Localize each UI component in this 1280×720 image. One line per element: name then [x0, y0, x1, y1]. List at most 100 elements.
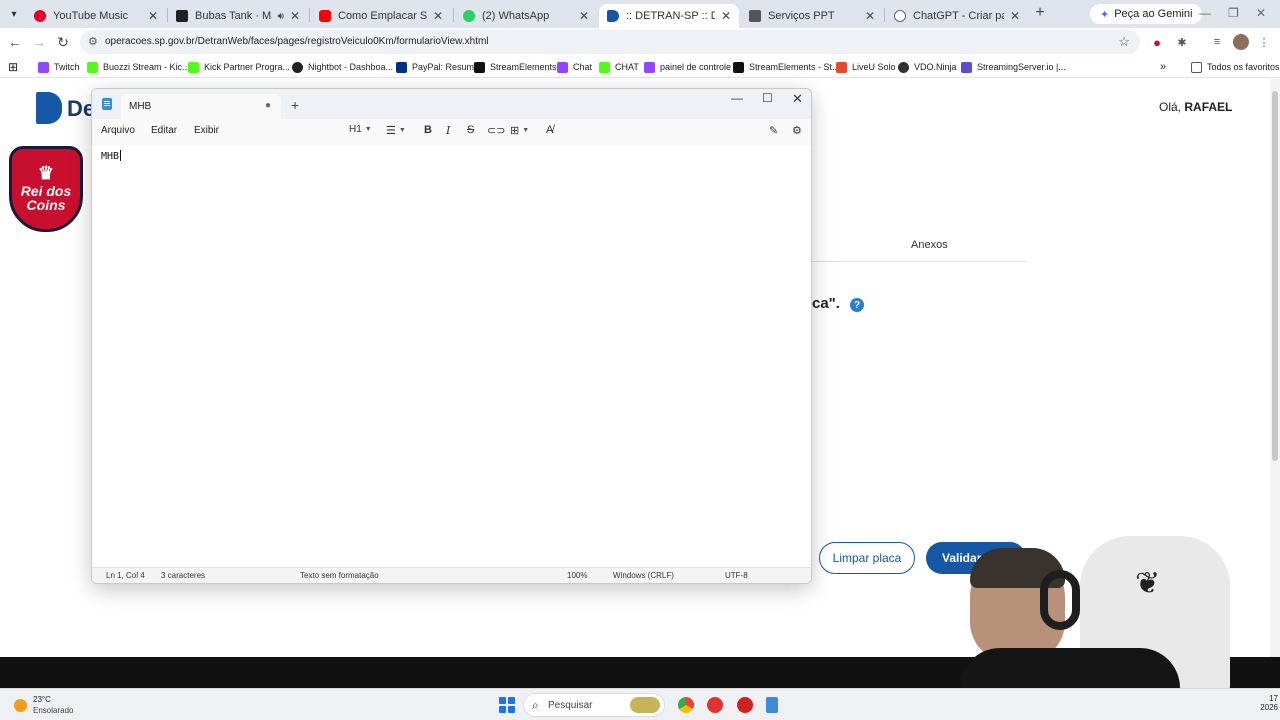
minimize-icon[interactable]: — [1199, 6, 1211, 20]
more-bookmarks-chevron-icon[interactable]: » [1160, 60, 1166, 74]
close-tab-icon[interactable]: ✕ [1010, 9, 1020, 23]
bookmark-kick-partner[interactable]: Kick Partner Progra... [188, 60, 290, 74]
bookmark-paypal[interactable]: PayPal: Resumo [396, 60, 479, 74]
italic-icon[interactable]: I [446, 124, 450, 137]
strikethrough-icon[interactable]: S [467, 124, 474, 136]
notepad-tab[interactable]: MHB ● [121, 94, 281, 119]
reload-icon[interactable]: ↻ [53, 32, 73, 52]
encoding[interactable]: UTF-8 [725, 571, 748, 580]
menu-editar[interactable]: Editar [151, 125, 177, 136]
extension-opera-icon[interactable]: ● [1149, 34, 1165, 50]
format-indicator[interactable]: Texto sem formatação [300, 571, 379, 580]
new-notepad-tab-icon[interactable]: + [291, 97, 299, 113]
close-window-icon[interactable]: ✕ [1256, 6, 1266, 20]
table-dropdown[interactable]: ⊞ ▼ [510, 124, 529, 137]
detran-icon [607, 10, 619, 22]
browser-tab-chatgpt[interactable]: ChatGPT - Criar passo a pa ✕ [886, 4, 1028, 28]
tab-divider [812, 261, 1026, 262]
streamelements-icon [733, 61, 744, 73]
weather-sun-icon[interactable] [14, 699, 27, 712]
close-tab-icon[interactable]: ✕ [148, 9, 158, 23]
browser-tab-detran[interactable]: :: DETRAN-SP :: DEPARTAM ✕ [599, 4, 739, 28]
ninja-icon [898, 61, 909, 73]
tab-search-button[interactable]: ▾ [4, 4, 24, 24]
bookmark-star-icon[interactable]: ☆ [1118, 34, 1130, 50]
extensions-puzzle-icon[interactable]: ✱ [1174, 34, 1190, 50]
weather-condition[interactable]: Ensolarado [33, 706, 73, 715]
forward-icon[interactable]: → [29, 32, 49, 52]
browser-tab-whatsapp[interactable]: (2) WhatsApp ✕ [455, 4, 597, 28]
bookmarks-bar: ⊞ Twitch Buozzi Stream - Kic... Kick Par… [0, 56, 1280, 78]
list-dropdown[interactable]: ☰ ▼ [386, 124, 406, 137]
menu-arquivo[interactable]: Arquivo [101, 125, 135, 136]
bold-icon[interactable]: B [424, 124, 432, 136]
app-taskbar-icon[interactable] [707, 697, 723, 713]
twitch-icon [644, 61, 655, 73]
copilot-icon[interactable]: ✎ [769, 124, 778, 137]
close-tab-icon[interactable]: ✕ [433, 9, 443, 23]
tab-anexos[interactable]: Anexos [911, 239, 948, 251]
bookmark-vdo-ninja[interactable]: VDO.Ninja [898, 60, 957, 74]
chrome-taskbar-icon[interactable] [678, 697, 694, 713]
heading-dropdown[interactable]: H1 ▼ [349, 124, 372, 135]
bookmark-twitch[interactable]: Twitch [38, 60, 80, 74]
clear-plate-button[interactable]: Limpar placa [819, 542, 915, 574]
notepad-text-area[interactable]: MHB [92, 145, 811, 567]
notepad-taskbar-icon[interactable] [766, 697, 778, 713]
notepad-titlebar[interactable]: MHB ● + — ☐ ✕ [92, 89, 811, 119]
close-tab-icon[interactable]: ✕ [290, 9, 300, 23]
link-icon[interactable]: ⊂⊃ [487, 124, 505, 137]
new-tab-button[interactable]: + [1031, 4, 1049, 22]
media-controls-icon[interactable]: ≡ [1209, 34, 1225, 50]
notepad-content[interactable]: MHB [101, 150, 122, 162]
bookmark-streamelements[interactable]: StreamElements [474, 60, 557, 74]
speaker-icon[interactable]: 🔊︎ [278, 11, 284, 22]
browser-tab-youtube-music[interactable]: YouTube Music ✕ [26, 4, 166, 28]
bookmark-streamingserver[interactable]: StreamingServer.io |... [961, 60, 1066, 74]
paypal-icon [396, 61, 407, 73]
clear-formatting-icon[interactable]: A̸ [546, 124, 553, 136]
browser-tab-servicos-ppt[interactable]: Serviços PPT ✕ [741, 4, 883, 28]
start-windows-icon[interactable] [499, 697, 515, 713]
line-ending[interactable]: Windows (CRLF) [613, 571, 674, 580]
browser-tab-bubas-tank[interactable]: Bubas Tank · Magma C 🔊︎ ✕ [168, 4, 308, 28]
taskbar-search[interactable]: ⌕ Pesquisar [523, 693, 665, 717]
settings-gear-icon[interactable]: ⚙ [792, 124, 802, 137]
notepad-minimize-icon[interactable]: — [731, 91, 743, 105]
bookmark-chat[interactable]: Chat [557, 60, 592, 74]
address-url[interactable]: operacoes.sp.gov.br/DetranWeb/faces/page… [105, 36, 489, 47]
apps-grid-icon[interactable]: ⊞ [8, 60, 18, 74]
bookmark-liveu-solo[interactable]: LiveU Solo [836, 60, 896, 74]
help-icon[interactable]: ? [850, 298, 864, 312]
back-icon[interactable]: ← [5, 32, 25, 52]
zoom-level[interactable]: 100% [567, 571, 587, 580]
address-bar[interactable]: ⚙ operacoes.sp.gov.br/DetranWeb/faces/pa… [80, 30, 1140, 54]
bookmark-chat-kick[interactable]: CHAT [599, 60, 639, 74]
menu-kebab-icon[interactable]: ⋮ [1256, 34, 1272, 50]
page-scrollbar[interactable] [1270, 79, 1280, 657]
unsaved-dot-icon[interactable]: ● [265, 100, 271, 111]
bookmark-painel-de-controle[interactable]: painel de controle [644, 60, 731, 74]
notepad-maximize-icon[interactable]: ☐ [762, 91, 773, 105]
rei-dos-coins-logo: ♛ Rei dos Coins [9, 146, 83, 232]
browser-tab-youtube[interactable]: Como Emplacar Sua Moto ✕ [311, 4, 451, 28]
notepad-close-icon[interactable]: ✕ [792, 91, 803, 107]
scrollbar-thumb[interactable] [1272, 91, 1278, 461]
restore-icon[interactable]: ❐ [1228, 6, 1239, 20]
windows-taskbar: 23°C Ensolarado ⌕ Pesquisar 17 2026 [0, 688, 1280, 720]
user-name: RAFAEL [1184, 100, 1233, 114]
menu-exibir[interactable]: Exibir [194, 125, 219, 136]
bookmark-streamelements-st[interactable]: StreamElements - St... [733, 60, 840, 74]
bookmark-buozzi-stream[interactable]: Buozzi Stream - Kic... [87, 60, 190, 74]
all-bookmarks[interactable]: Todos os favoritos [1191, 60, 1280, 74]
close-tab-icon[interactable]: ✕ [865, 9, 875, 23]
gemini-button[interactable]: ✦ Peça ao Gemini [1090, 4, 1203, 24]
site-info-icon[interactable]: ⚙ [88, 35, 98, 48]
profile-avatar-icon[interactable] [1233, 34, 1249, 50]
taskbar-clock[interactable]: 17 2026 [1258, 694, 1278, 712]
app-taskbar-icon[interactable] [737, 697, 753, 713]
bookmark-nightbot[interactable]: Nightbot - Dashboa... [292, 60, 393, 74]
close-tab-icon[interactable]: ✕ [721, 9, 731, 23]
weather-temperature[interactable]: 23°C [33, 695, 51, 704]
close-tab-icon[interactable]: ✕ [579, 9, 589, 23]
